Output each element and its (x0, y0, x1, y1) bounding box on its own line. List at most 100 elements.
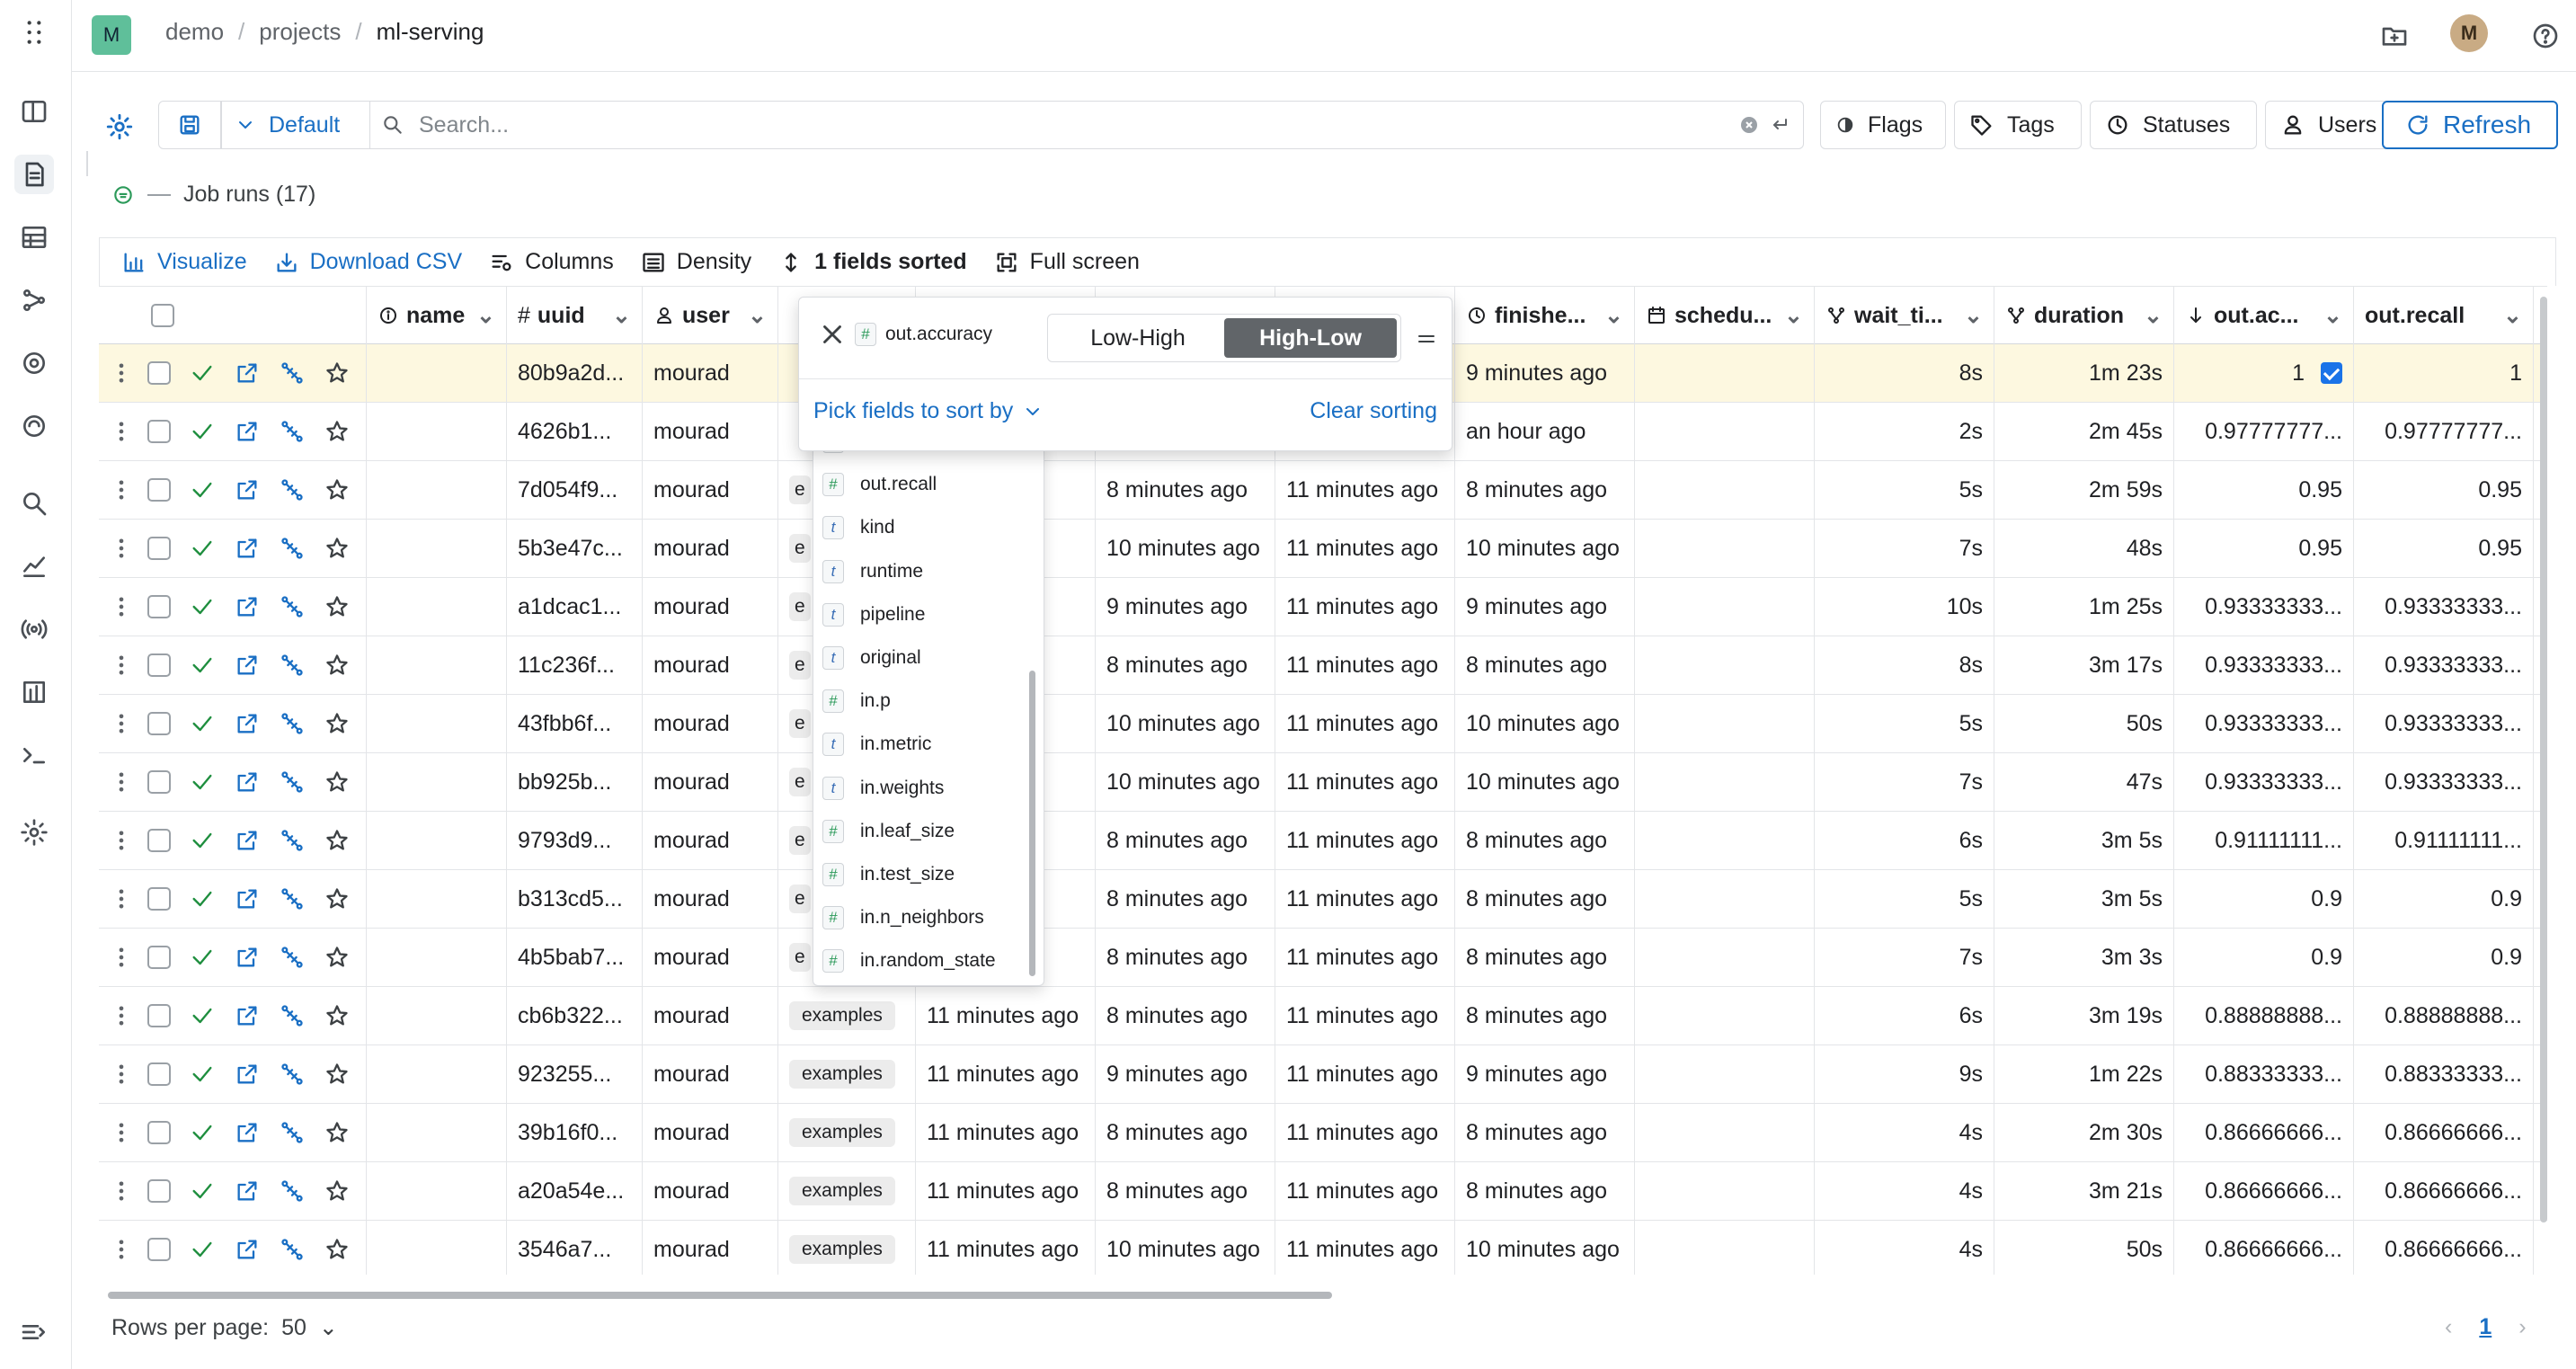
open-external-icon[interactable] (225, 403, 270, 460)
drag-handle-icon[interactable] (1416, 328, 1437, 348)
row-checkbox[interactable] (137, 1221, 182, 1275)
success-status-icon[interactable] (180, 1104, 225, 1161)
row-checkbox[interactable] (137, 636, 182, 694)
star-icon[interactable] (315, 578, 360, 636)
row-checkbox[interactable] (137, 461, 182, 519)
field-list-item[interactable]: # out.recall (822, 468, 937, 501)
new-folder-icon[interactable] (2373, 14, 2416, 58)
lineage-icon[interactable] (270, 929, 315, 986)
star-icon[interactable] (315, 753, 360, 811)
star-icon[interactable] (315, 812, 360, 869)
close-icon[interactable] (817, 319, 848, 350)
save-view-button[interactable] (158, 101, 221, 149)
next-page-icon[interactable]: › (2518, 1314, 2526, 1340)
rows-per-page-select[interactable]: 50 (281, 1315, 306, 1341)
prev-page-icon[interactable]: ‹ (2445, 1314, 2452, 1340)
lineage-icon[interactable] (270, 520, 315, 577)
field-list-item[interactable]: t in.metric (822, 728, 931, 760)
star-icon[interactable] (315, 461, 360, 519)
success-status-icon[interactable] (180, 695, 225, 752)
field-list-item[interactable]: t in.weights (822, 772, 944, 805)
horizontal-scrollbar[interactable] (108, 1292, 1332, 1299)
lineage-icon[interactable] (270, 987, 315, 1045)
open-external-icon[interactable] (225, 461, 270, 519)
chevron-down-icon[interactable]: ⌄ (2503, 302, 2522, 329)
open-external-icon[interactable] (225, 636, 270, 694)
open-external-icon[interactable] (225, 1221, 270, 1275)
column-header-out-accuracy[interactable]: out.ac... ⌄ (2174, 287, 2354, 344)
chevron-down-icon[interactable]: ⌄ (612, 302, 631, 329)
tags-filter-button[interactable]: Tags (1954, 101, 2082, 149)
success-status-icon[interactable] (180, 987, 225, 1045)
row-checkbox[interactable] (137, 1045, 182, 1103)
fullscreen-button[interactable]: Full screen (994, 249, 1140, 275)
success-status-icon[interactable] (180, 344, 225, 402)
apps-grid-icon[interactable] (14, 13, 54, 52)
row-checkbox[interactable] (137, 344, 182, 402)
table-row[interactable]: 4b5bab7...mouradeago8 minutes ago11 minu… (99, 929, 2547, 987)
star-icon[interactable] (315, 870, 360, 928)
table-row[interactable]: 3546a7... mourad examples 11 minutes ago 10 … (99, 1221, 2547, 1275)
pick-sort-fields-button[interactable]: Pick fields to sort by (813, 398, 1044, 424)
star-icon[interactable] (315, 344, 360, 402)
refresh-button[interactable]: Refresh (2382, 101, 2558, 149)
kind-tag[interactable]: e (789, 534, 811, 563)
kind-tag[interactable]: examples (789, 1060, 895, 1089)
lineage-icon[interactable] (270, 636, 315, 694)
column-header-out-recall[interactable]: out.recall ⌄ (2354, 287, 2534, 344)
table-row[interactable]: b313cd5...mouradeago8 minutes ago11 minu… (99, 870, 2547, 929)
field-list-item[interactable]: # in.leaf_size (822, 815, 955, 848)
open-external-icon[interactable] (225, 812, 270, 869)
row-checkbox[interactable] (137, 1104, 182, 1161)
star-icon[interactable] (315, 636, 360, 694)
expand-rail-icon[interactable] (14, 1312, 54, 1352)
success-status-icon[interactable] (180, 929, 225, 986)
success-status-icon[interactable] (180, 578, 225, 636)
lineage-icon[interactable] (270, 461, 315, 519)
breadcrumb-item[interactable]: demo (165, 18, 224, 46)
star-icon[interactable] (315, 695, 360, 752)
row-checkbox[interactable] (137, 520, 182, 577)
search-input[interactable] (419, 111, 1695, 138)
dashboard-nav-icon[interactable] (14, 672, 54, 712)
table-row[interactable]: 923255... mourad examples 11 minutes ago 9 m… (99, 1045, 2547, 1104)
row-checkbox[interactable] (137, 403, 182, 460)
help-icon[interactable] (2524, 14, 2567, 58)
view-selector[interactable]: Default (221, 101, 370, 149)
open-external-icon[interactable] (225, 344, 270, 402)
star-icon[interactable] (315, 403, 360, 460)
field-list-item[interactable]: t pipeline (822, 599, 925, 631)
sort-high-low-button[interactable]: High-Low (1224, 318, 1397, 358)
kind-tag[interactable]: e (789, 709, 811, 738)
field-list-item[interactable]: t runtime (822, 556, 923, 588)
star-icon[interactable] (315, 1221, 360, 1275)
open-external-icon[interactable] (225, 578, 270, 636)
table-row[interactable]: 9793d9...mouradeago8 minutes ago11 minut… (99, 812, 2547, 870)
lineage-icon[interactable] (270, 1104, 315, 1161)
models-nav-icon[interactable] (14, 343, 54, 383)
field-list-scrollbar[interactable] (1029, 671, 1035, 976)
chevron-down-icon[interactable]: ⌄ (1784, 302, 1803, 329)
open-external-icon[interactable] (225, 870, 270, 928)
chevron-down-icon[interactable]: ⌄ (1964, 302, 1983, 329)
open-external-icon[interactable] (225, 1104, 270, 1161)
kind-tag[interactable]: e (789, 885, 811, 913)
user-avatar[interactable]: M (2450, 14, 2488, 52)
kind-tag[interactable]: e (789, 826, 811, 855)
kind-tag[interactable]: e (789, 651, 811, 680)
breadcrumb-item[interactable]: projects (259, 18, 341, 46)
success-status-icon[interactable] (180, 1162, 225, 1220)
users-filter-button[interactable]: Users (2265, 101, 2393, 149)
success-status-icon[interactable] (180, 403, 225, 460)
open-external-icon[interactable] (225, 1045, 270, 1103)
settings-nav-icon[interactable] (14, 813, 54, 852)
row-checkbox[interactable] (137, 578, 182, 636)
column-header-wait-time[interactable]: wait_ti... ⌄ (1815, 287, 1994, 344)
page-number[interactable]: 1 (2479, 1314, 2492, 1340)
success-status-icon[interactable] (180, 1045, 225, 1103)
star-icon[interactable] (315, 987, 360, 1045)
table-row[interactable]: 43fbb6f...mouradeago10 minutes ago11 min… (99, 695, 2547, 753)
kind-tag[interactable]: examples (789, 1118, 895, 1147)
column-header-uuid[interactable]: # uuid ⌄ (507, 287, 643, 344)
lineage-icon[interactable] (270, 1221, 315, 1275)
